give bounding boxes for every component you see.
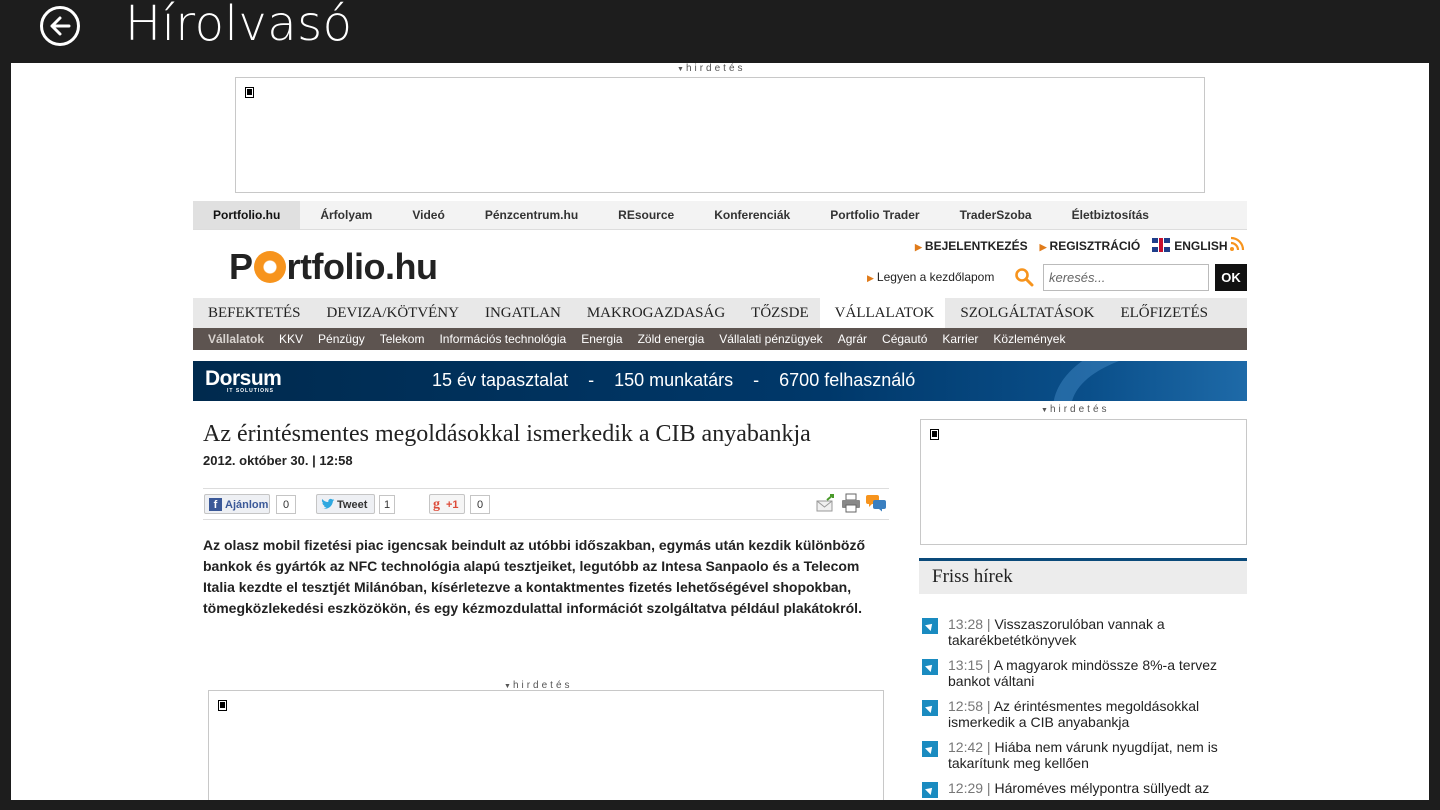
sub-nav-penzugy[interactable]: Pénzügy	[310, 328, 372, 350]
sub-nav-cegauto[interactable]: Cégautó	[874, 328, 934, 350]
article-lead: Az olasz mobil fizetési piac igencsak be…	[203, 537, 866, 616]
portal-nav-eletbiztositas[interactable]: Életbiztosítás	[1052, 201, 1169, 229]
portal-nav: Portfolio.hu Árfolyam Videó Pénzcentrum.…	[193, 201, 1247, 230]
send-email-icon[interactable]	[816, 494, 836, 512]
like-count: 0	[276, 495, 296, 514]
arrow-icon	[922, 782, 938, 798]
ad-box-inline[interactable]	[208, 690, 884, 800]
portal-nav-portfolio[interactable]: Portfolio.hu	[193, 201, 301, 229]
main-nav-deviza[interactable]: DEVIZA/KÖTVÉNY	[312, 298, 470, 328]
main-nav-befektetes[interactable]: BEFEKTETÉS	[193, 298, 312, 328]
sub-nav: Vállalatok KKV Pénzügy Telekom Informáci…	[193, 328, 1247, 350]
sub-nav-telekom[interactable]: Telekom	[372, 328, 432, 350]
sub-nav-kozlemenyek[interactable]: Közlemények	[985, 328, 1072, 350]
sub-nav-agrar[interactable]: Agrár	[830, 328, 874, 350]
main-nav-elofizetes[interactable]: ELŐFIZETÉS	[1105, 298, 1219, 328]
comments-icon[interactable]	[865, 494, 887, 512]
banner-slogan: 15 év tapasztalat - 150 munkatárs - 6700…	[432, 370, 916, 390]
back-button[interactable]	[40, 6, 80, 46]
ad-box-side[interactable]	[920, 419, 1247, 545]
ad-label-top: ▼ hirdetés	[677, 63, 746, 74]
portal-nav-penzcentrum[interactable]: Pénzcentrum.hu	[465, 201, 598, 229]
main-nav-vallalatok[interactable]: VÁLLALATOK	[819, 298, 946, 328]
sub-nav-kkv[interactable]: KKV	[271, 328, 310, 350]
sub-nav-vallalatok[interactable]: Vállalatok	[193, 328, 271, 350]
news-item[interactable]: 12:58 | Az érintésmentes megoldásokkal i…	[919, 698, 1247, 732]
tweet-count: 1	[379, 495, 395, 514]
sub-nav-vallalati-penzugyek[interactable]: Vállalati pénzügyek	[711, 328, 829, 350]
main-nav-ingatlan[interactable]: INGATLAN	[470, 298, 572, 328]
print-icon[interactable]	[841, 493, 861, 513]
gplus-count: 0	[470, 495, 490, 514]
logo-text: rtfolio.hu	[286, 246, 438, 287]
news-item[interactable]: 13:28 | Visszaszorulóban vannak a takaré…	[919, 616, 1247, 650]
portal-nav-resource[interactable]: REsource	[598, 201, 694, 229]
site-logo[interactable]: Prtfolio.hu	[229, 246, 438, 288]
sub-nav-it[interactable]: Információs technológia	[431, 328, 573, 350]
main-nav: BEFEKTETÉS DEVIZA/KÖTVÉNY INGATLAN MAKRO…	[193, 298, 1247, 328]
caret-down-icon: ▼	[504, 683, 511, 690]
main-nav-tozsde[interactable]: TŐZSDE	[736, 298, 820, 328]
search-ok-button[interactable]: OK	[1215, 264, 1247, 291]
sub-nav-zold-energia[interactable]: Zöld energia	[630, 328, 712, 350]
web-content[interactable]: ▼ hirdetés Portfolio.hu Árfolyam Videó Pé…	[11, 63, 1429, 800]
news-item[interactable]: 13:15 | A magyarok mindössze 8%-a tervez…	[919, 657, 1247, 691]
dorsum-ad-banner[interactable]: Dorsum IT SOLUTIONS 15 év tapasztalat - 1…	[193, 361, 1247, 401]
tweet-button[interactable]: Tweet	[316, 494, 375, 514]
main-nav-szolgaltatasok[interactable]: SZOLGÁLTATÁSOK	[945, 298, 1105, 328]
portal-nav-arfolyam[interactable]: Árfolyam	[300, 201, 392, 229]
rss-icon[interactable]	[1229, 236, 1245, 252]
arrow-right-icon: ▶	[867, 273, 874, 283]
caret-down-icon: ▼	[1041, 407, 1048, 414]
google-plus-button[interactable]: g +1	[429, 494, 465, 514]
main-nav-makro[interactable]: MAKROGAZDASÁG	[572, 298, 736, 328]
caret-down-icon: ▼	[677, 66, 684, 73]
english-link[interactable]: ENGLISH	[1152, 238, 1228, 253]
news-item[interactable]: 12:42 | Hiába nem várunk nyugdíjat, nem …	[919, 739, 1247, 773]
portal-nav-video[interactable]: Videó	[392, 201, 464, 229]
logo-circle-icon	[253, 251, 286, 283]
sub-nav-karrier[interactable]: Karrier	[934, 328, 985, 350]
arrow-right-icon: ▶	[915, 241, 922, 252]
twitter-bird-icon	[321, 498, 335, 509]
search-icon[interactable]	[1014, 267, 1034, 287]
article-date: 2012. október 30. | 12:58	[203, 453, 353, 468]
arrow-right-icon: ▶	[1039, 241, 1047, 252]
news-item[interactable]: 12:29 | Hároméves mélypontra süllyedt az	[919, 780, 1247, 800]
homepage-link[interactable]: ▶ Legyen a kezdőlapom	[867, 270, 994, 284]
facebook-like-button[interactable]: f Ajánlom	[204, 494, 270, 514]
google-plus-icon: g	[433, 497, 440, 512]
ad-banner-top[interactable]	[235, 77, 1205, 193]
facebook-icon: f	[209, 498, 222, 511]
portal-nav-traderszoba[interactable]: TraderSzoba	[940, 201, 1052, 229]
login-link[interactable]: ▶ BEJELENTKEZÉS	[915, 239, 1028, 253]
arrow-icon	[922, 700, 938, 716]
ad-label-side: ▼ hirdetés	[1041, 404, 1110, 415]
portal-nav-trader[interactable]: Portfolio Trader	[810, 201, 939, 229]
register-link[interactable]: ▶ REGISZTRÁCIÓ	[1040, 239, 1141, 253]
article-title: Az érintésmentes megoldásokkal ismerkedi…	[203, 421, 811, 447]
app-title: Hírolvasó	[125, 0, 353, 52]
arrow-icon	[922, 741, 938, 757]
back-arrow-icon	[50, 16, 71, 36]
broken-image-icon	[218, 700, 227, 711]
portal-nav-konferenciak[interactable]: Konferenciák	[694, 201, 810, 229]
logo-text-p: P	[229, 246, 253, 287]
app-bar: Hírolvasó	[0, 0, 1440, 63]
broken-image-icon	[245, 87, 254, 98]
arrow-icon	[922, 659, 938, 675]
latest-news-heading: Friss hírek	[919, 561, 1247, 594]
account-links: ▶ BEJELENTKEZÉS ▶ REGISZTRÁCIÓ ENGLISH	[915, 238, 1228, 253]
arrow-icon	[922, 618, 938, 634]
dorsum-logo: Dorsum IT SOLUTIONS	[205, 367, 282, 394]
banner-decoration	[1053, 361, 1247, 401]
uk-flag-icon	[1152, 238, 1171, 252]
share-bar: f Ajánlom 0 Tweet 1 g +1 0	[203, 488, 889, 520]
search-input[interactable]	[1043, 264, 1209, 291]
sub-nav-energia[interactable]: Energia	[573, 328, 629, 350]
broken-image-icon	[930, 429, 939, 440]
